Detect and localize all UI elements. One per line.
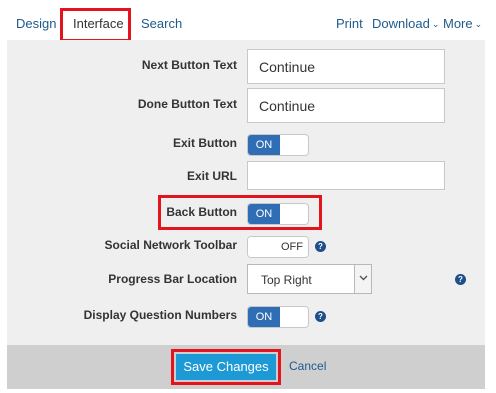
help-icon[interactable]: ? (315, 311, 326, 322)
display-question-numbers-toggle[interactable]: ON (247, 306, 309, 328)
toggle-on-label: ON (248, 307, 280, 327)
print-link[interactable]: Print (336, 16, 363, 31)
more-menu[interactable]: More ⌄ (443, 16, 482, 31)
help-icon[interactable]: ? (315, 241, 326, 252)
back-button-label: Back Button (166, 205, 237, 219)
toggle-on-label: ON (248, 135, 280, 155)
progress-bar-location-label: Progress Bar Location (108, 272, 237, 286)
social-network-toolbar-toggle[interactable]: OFF (247, 236, 309, 258)
done-button-text-input[interactable]: Continue (247, 88, 445, 123)
exit-button-toggle[interactable]: ON (247, 134, 309, 156)
more-label: More (443, 16, 473, 31)
next-button-text-label: Next Button Text (141, 58, 237, 72)
tab-design[interactable]: Design (16, 16, 56, 31)
progress-bar-location-select[interactable]: Top Right (247, 264, 372, 294)
select-value: Top Right (261, 273, 312, 287)
toggle-off-label: OFF (276, 237, 308, 257)
download-menu[interactable]: Download ⌄ (372, 16, 439, 31)
tab-search[interactable]: Search (141, 16, 182, 31)
chevron-down-icon: ⌄ (474, 19, 483, 29)
interface-settings-panel (7, 40, 485, 345)
exit-button-label: Exit Button (173, 136, 237, 150)
next-button-text-input[interactable]: Continue (247, 49, 445, 84)
social-network-toolbar-label: Social Network Toolbar (104, 238, 237, 252)
done-button-text-label: Done Button Text (137, 97, 237, 111)
exit-url-input[interactable] (247, 161, 445, 190)
save-changes-button[interactable]: Save Changes (176, 354, 276, 380)
display-question-numbers-label: Display Question Numbers (83, 308, 237, 322)
chevron-down-icon (354, 265, 371, 293)
toggle-on-label: ON (248, 204, 280, 224)
top-nav: Design Interface Search Print Download ⌄ … (0, 0, 496, 44)
back-button-toggle[interactable]: ON (247, 203, 309, 225)
download-label: Download (372, 16, 430, 31)
exit-url-label: Exit URL (186, 169, 237, 183)
help-icon[interactable]: ? (455, 274, 466, 285)
cancel-link[interactable]: Cancel (289, 359, 326, 373)
chevron-down-icon: ⌄ (431, 19, 440, 29)
tab-interface[interactable]: Interface (73, 16, 124, 31)
toggle-knob (248, 237, 278, 257)
